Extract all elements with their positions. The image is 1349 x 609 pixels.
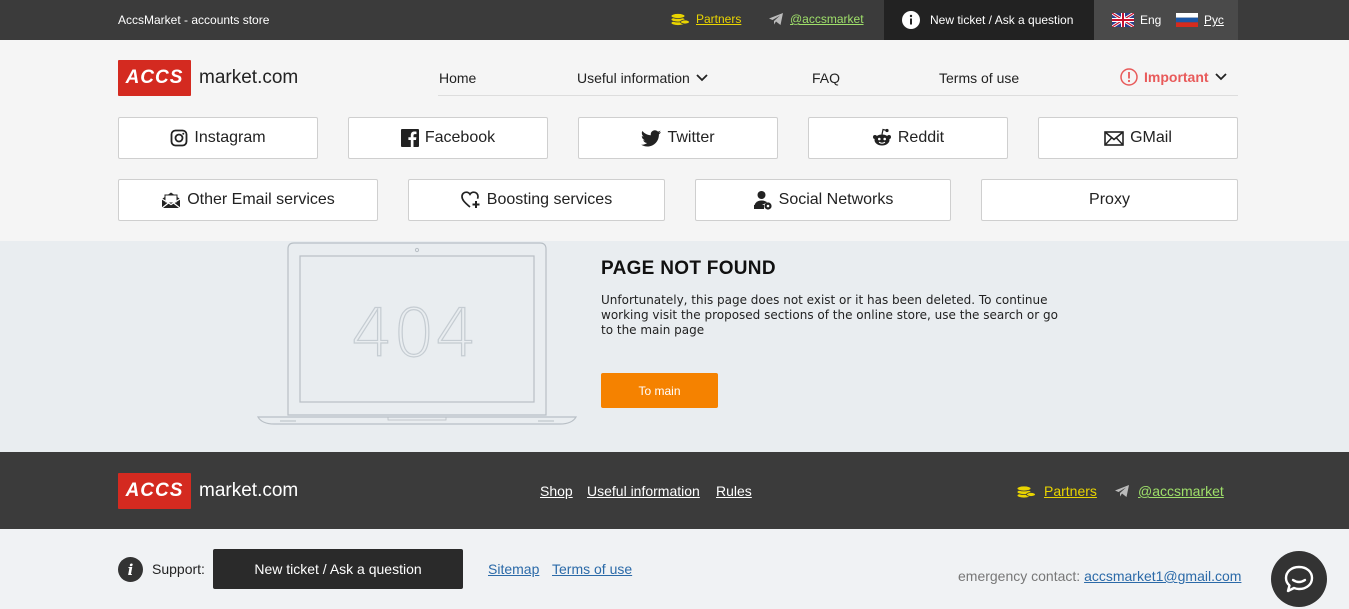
- category-social-networks[interactable]: Social Networks: [695, 179, 951, 221]
- logo-domain: market.com: [199, 480, 299, 501]
- category-label: Boosting services: [486, 191, 613, 208]
- reddit-icon: [872, 128, 891, 146]
- twitter-icon: [641, 129, 662, 146]
- new-ticket-label: New ticket / Ask a question: [930, 13, 1074, 27]
- nav-terms[interactable]: Terms of use: [939, 70, 1019, 86]
- nav-faq-label: FAQ: [812, 70, 841, 86]
- email-open-icon: [161, 192, 181, 209]
- support-label: Support:: [152, 561, 205, 577]
- partners-link-group[interactable]: Partners: [670, 12, 741, 26]
- category-label: Proxy: [1089, 191, 1130, 208]
- emergency-label: emergency contact:: [958, 568, 1081, 584]
- nav-useful-label: Useful information: [577, 70, 690, 86]
- top-bar: AccsMarket - accounts store Partners @ac…: [0, 0, 1349, 40]
- telegram-link[interactable]: @accsmarket: [790, 12, 864, 26]
- chevron-down-icon: [1214, 73, 1227, 81]
- emergency-email-link[interactable]: accsmarket1@gmail.com: [1084, 568, 1241, 584]
- category-other-email[interactable]: Other Email services: [118, 179, 378, 221]
- heart-plus-icon: [460, 191, 480, 208]
- footer-link-rules[interactable]: Rules: [716, 483, 752, 499]
- main-nav: Home Useful information FAQ Terms of use…: [438, 60, 1238, 96]
- category-label: Social Networks: [778, 191, 894, 208]
- mail-icon: [1104, 130, 1124, 146]
- category-twitter[interactable]: Twitter: [578, 117, 778, 159]
- warning-icon: [1120, 68, 1138, 86]
- language-eng-label: Eng: [1140, 13, 1162, 27]
- to-main-button[interactable]: To main: [601, 373, 718, 408]
- telegram-icon: [769, 13, 783, 25]
- footer-partners-group[interactable]: Partners: [1016, 483, 1097, 499]
- user-icon: [753, 191, 772, 210]
- category-label: Instagram: [194, 129, 266, 146]
- logo-domain: market.com: [199, 67, 299, 88]
- instagram-icon: [171, 129, 188, 147]
- emergency-contact: emergency contact: accsmarket1@gmail.com: [958, 568, 1241, 584]
- nav-faq[interactable]: FAQ: [812, 70, 840, 86]
- facebook-icon: [400, 129, 419, 147]
- uk-flag-icon: [1112, 13, 1134, 27]
- info-icon: [902, 11, 920, 29]
- category-label: Twitter: [667, 129, 715, 146]
- language-rus-label[interactable]: Рус: [1204, 13, 1224, 27]
- coins-icon: [1016, 485, 1036, 499]
- footer-logo[interactable]: ACCS market.com: [118, 473, 298, 509]
- terms-of-use-link[interactable]: Terms of use: [552, 561, 632, 577]
- nav-home-label: Home: [439, 70, 477, 86]
- page-title: PAGE NOT FOUND: [601, 258, 776, 279]
- site-logo[interactable]: ACCS market.com: [118, 60, 298, 96]
- not-found-message: Unfortunately, this page does not exist …: [601, 293, 1058, 337]
- category-boosting[interactable]: Boosting services: [408, 179, 665, 221]
- info-icon: i: [118, 557, 143, 582]
- logo-box: ACCS: [118, 473, 191, 509]
- footer-telegram-link[interactable]: @accsmarket: [1138, 483, 1224, 499]
- coins-icon: [670, 13, 690, 26]
- nav-important[interactable]: Important: [1120, 68, 1227, 86]
- category-reddit[interactable]: Reddit: [808, 117, 1008, 159]
- chat-widget-button[interactable]: [1271, 551, 1327, 607]
- language-eng[interactable]: Eng: [1094, 0, 1166, 40]
- partners-link[interactable]: Partners: [696, 12, 741, 26]
- nav-home[interactable]: Home: [439, 70, 476, 86]
- laptop-404-illustration: 404: [256, 242, 578, 425]
- nav-important-label: Important: [1144, 69, 1209, 85]
- sitemap-link[interactable]: Sitemap: [488, 561, 539, 577]
- error-code: 404: [351, 295, 477, 372]
- category-facebook[interactable]: Facebook: [348, 117, 548, 159]
- footer-link-shop[interactable]: Shop: [540, 483, 573, 499]
- nav-useful-information[interactable]: Useful information: [577, 70, 708, 86]
- category-gmail[interactable]: GMail: [1038, 117, 1238, 159]
- category-label: Other Email services: [187, 191, 335, 208]
- footer-partners-link[interactable]: Partners: [1044, 483, 1097, 499]
- language-rus[interactable]: Рус: [1166, 0, 1238, 40]
- ru-flag-icon: [1176, 13, 1198, 27]
- nav-terms-label: Terms of use: [939, 70, 1020, 86]
- footer-telegram-group[interactable]: @accsmarket: [1114, 483, 1224, 499]
- category-proxy[interactable]: Proxy: [981, 179, 1238, 221]
- chevron-down-icon: [696, 74, 708, 82]
- site-tagline: AccsMarket - accounts store: [118, 13, 270, 27]
- telegram-link-group[interactable]: @accsmarket: [768, 12, 864, 26]
- telegram-icon: [1115, 485, 1129, 497]
- category-label: Facebook: [424, 129, 496, 146]
- new-ticket-button[interactable]: New ticket / Ask a question: [884, 0, 1094, 40]
- category-label: GMail: [1130, 129, 1172, 146]
- category-label: Reddit: [897, 129, 945, 146]
- footer-link-useful-information[interactable]: Useful information: [587, 483, 700, 499]
- support-new-ticket-button[interactable]: New ticket / Ask a question: [213, 549, 463, 589]
- chat-icon: [1284, 565, 1314, 593]
- category-instagram[interactable]: Instagram: [118, 117, 318, 159]
- logo-box: ACCS: [118, 60, 191, 96]
